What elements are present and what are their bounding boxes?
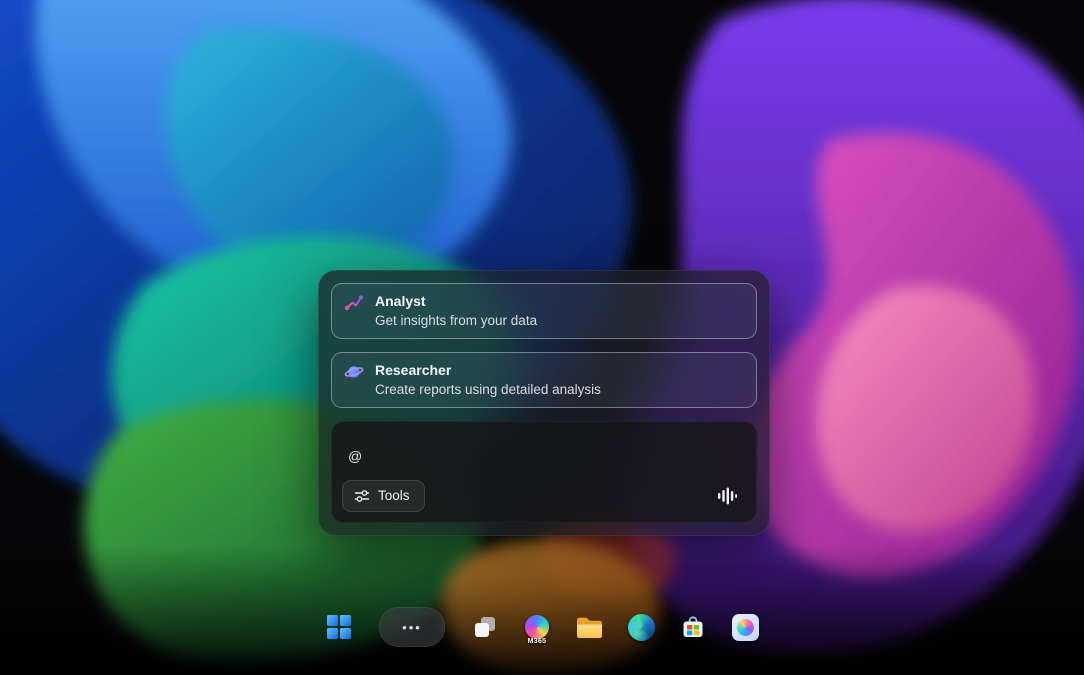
prompt-toolbar: Tools (342, 480, 740, 512)
planet-icon (344, 362, 364, 382)
tools-button-label: Tools (378, 488, 410, 504)
agent-text-analyst: Analyst Get insights from your data (375, 291, 537, 331)
voice-waveform-icon[interactable] (714, 483, 740, 509)
agent-option-analyst[interactable]: Analyst Get insights from your data (331, 283, 757, 339)
agent-text-researcher: Researcher Create reports using detailed… (375, 360, 601, 400)
tools-button[interactable]: Tools (342, 480, 425, 512)
prompt-input-box[interactable]: @ Tools (331, 421, 757, 523)
m365-copilot-swirl-icon (525, 615, 549, 639)
edge-browser-button[interactable] (621, 607, 661, 647)
microsoft-store-icon (680, 614, 706, 640)
copilot-ribbon (737, 619, 754, 636)
agent-title: Analyst (375, 291, 537, 311)
desktop: Analyst Get insights from your data Rese… (0, 0, 1084, 675)
agent-subtitle: Get insights from your data (375, 311, 537, 331)
taskbar-overflow-pill[interactable]: ••• (379, 607, 445, 647)
sliders-icon (354, 488, 370, 504)
task-view-icon (472, 614, 498, 640)
m365-badge: M365 (517, 638, 557, 645)
scatter-chart-icon (344, 293, 364, 313)
windows-logo-icon (326, 614, 352, 640)
copilot-swirl-icon (732, 614, 759, 641)
microsoft-store-button[interactable] (673, 607, 713, 647)
task-view-button[interactable] (465, 607, 505, 647)
agent-title: Researcher (375, 360, 601, 380)
taskbar: ••• M365 (0, 591, 1084, 663)
file-explorer-button[interactable] (569, 607, 609, 647)
agent-option-researcher[interactable]: Researcher Create reports using detailed… (331, 352, 757, 408)
ellipsis-icon: ••• (402, 620, 422, 635)
m365-copilot-button[interactable]: M365 (517, 607, 557, 647)
agent-subtitle: Create reports using detailed analysis (375, 380, 601, 400)
prompt-input-value[interactable]: @ (348, 448, 740, 464)
folder-icon (576, 616, 603, 639)
copilot-app-button[interactable] (725, 607, 765, 647)
edge-browser-icon (628, 614, 655, 641)
copilot-prompt-panel: Analyst Get insights from your data Rese… (318, 270, 770, 536)
start-button[interactable] (319, 607, 359, 647)
